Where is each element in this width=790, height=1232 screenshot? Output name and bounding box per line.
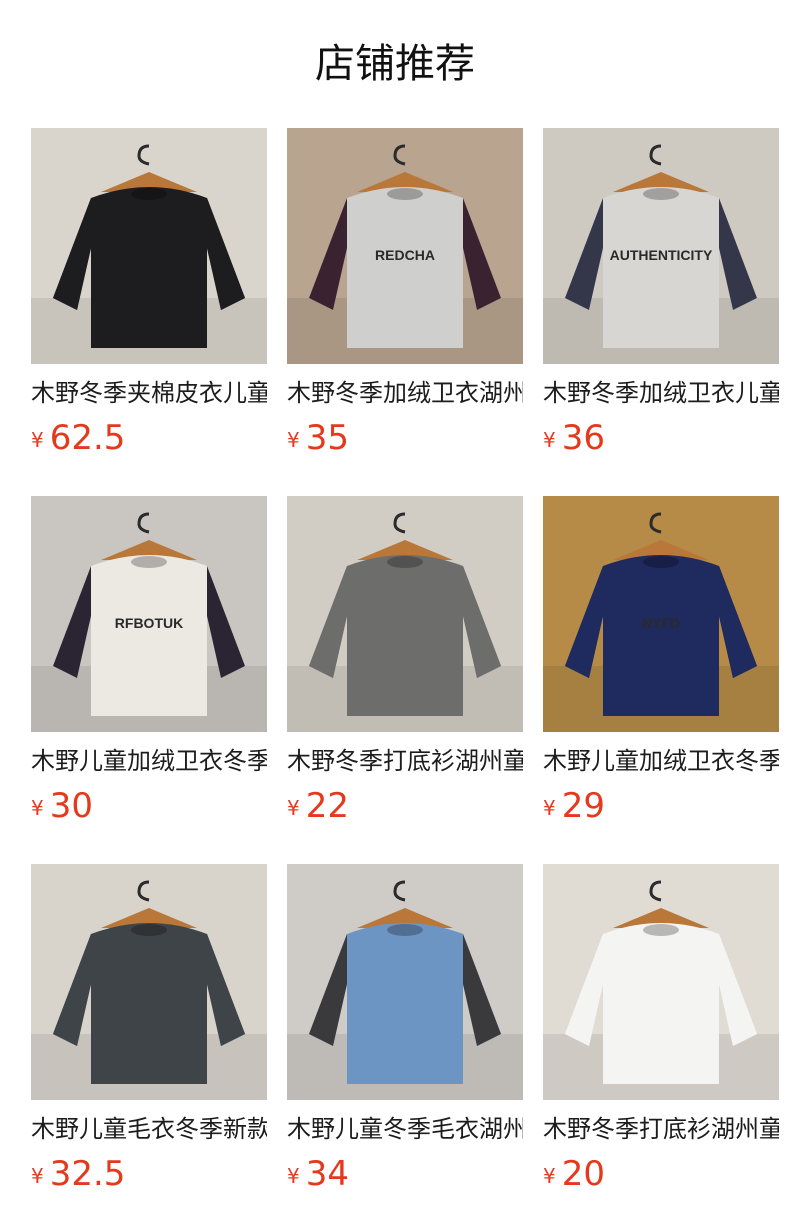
currency-symbol: ¥ bbox=[287, 1164, 300, 1188]
product-card[interactable]: 木野儿童毛衣冬季新款 ¥32.5 bbox=[31, 864, 267, 1202]
product-price: ¥30 bbox=[31, 784, 267, 834]
product-price: ¥36 bbox=[543, 416, 779, 466]
currency-symbol: ¥ bbox=[31, 796, 44, 820]
price-amount: 20 bbox=[561, 1154, 605, 1194]
price-amount: 30 bbox=[49, 786, 93, 826]
svg-text:AUTHENTICITY: AUTHENTICITY bbox=[610, 247, 713, 263]
product-name[interactable]: 木野冬季夹棉皮衣儿童 bbox=[31, 376, 267, 410]
price-amount: 35 bbox=[305, 418, 349, 458]
product-name[interactable]: 木野儿童加绒卫衣冬季 bbox=[31, 744, 267, 778]
svg-text:NYFD: NYFD bbox=[642, 615, 680, 631]
price-amount: 29 bbox=[561, 786, 605, 826]
price-amount: 62.5 bbox=[49, 418, 126, 458]
currency-symbol: ¥ bbox=[31, 428, 44, 452]
product-name[interactable]: 木野儿童冬季毛衣湖州 bbox=[287, 1112, 523, 1146]
product-price: ¥29 bbox=[543, 784, 779, 834]
product-price: ¥34 bbox=[287, 1152, 523, 1202]
product-price: ¥35 bbox=[287, 416, 523, 466]
product-price: ¥22 bbox=[287, 784, 523, 834]
product-name[interactable]: 木野儿童毛衣冬季新款 bbox=[31, 1112, 267, 1146]
product-image[interactable]: AUTHENTICITY bbox=[543, 128, 779, 364]
product-image[interactable] bbox=[31, 128, 267, 364]
price-amount: 34 bbox=[305, 1154, 349, 1194]
page-title: 店铺推荐 bbox=[315, 41, 475, 87]
product-image[interactable] bbox=[543, 864, 779, 1100]
product-name[interactable]: 木野儿童加绒卫衣冬季 bbox=[543, 744, 779, 778]
product-name[interactable]: 木野冬季打底衫湖州童 bbox=[287, 744, 523, 778]
currency-symbol: ¥ bbox=[287, 796, 300, 820]
product-card[interactable]: RFBOTUK 木野儿童加绒卫衣冬季 ¥30 bbox=[31, 496, 267, 834]
product-card[interactable]: 木野冬季夹棉皮衣儿童 ¥62.5 bbox=[31, 128, 267, 466]
product-name[interactable]: 木野冬季打底衫湖州童 bbox=[543, 1112, 779, 1146]
currency-symbol: ¥ bbox=[287, 428, 300, 452]
product-card[interactable]: 木野儿童冬季毛衣湖州 ¥34 bbox=[287, 864, 523, 1202]
currency-symbol: ¥ bbox=[543, 796, 556, 820]
product-image[interactable]: NYFD bbox=[543, 496, 779, 732]
product-price: ¥20 bbox=[543, 1152, 779, 1202]
svg-text:RFBOTUK: RFBOTUK bbox=[115, 615, 183, 631]
product-card[interactable]: NYFD 木野儿童加绒卫衣冬季 ¥29 bbox=[543, 496, 779, 834]
svg-text:REDCHA: REDCHA bbox=[375, 247, 435, 263]
product-image[interactable]: REDCHA bbox=[287, 128, 523, 364]
product-image[interactable] bbox=[31, 864, 267, 1100]
product-price: ¥62.5 bbox=[31, 416, 267, 466]
product-card[interactable]: REDCHA 木野冬季加绒卫衣湖州 ¥35 bbox=[287, 128, 523, 466]
price-amount: 36 bbox=[561, 418, 605, 458]
product-image[interactable]: RFBOTUK bbox=[31, 496, 267, 732]
currency-symbol: ¥ bbox=[31, 1164, 44, 1188]
product-image[interactable] bbox=[287, 864, 523, 1100]
product-name[interactable]: 木野冬季加绒卫衣儿童 bbox=[543, 376, 779, 410]
price-amount: 32.5 bbox=[49, 1154, 126, 1194]
product-card[interactable]: 木野冬季打底衫湖州童 ¥22 bbox=[287, 496, 523, 834]
currency-symbol: ¥ bbox=[543, 1164, 556, 1188]
product-name[interactable]: 木野冬季加绒卫衣湖州 bbox=[287, 376, 523, 410]
product-price: ¥32.5 bbox=[31, 1152, 267, 1202]
product-card[interactable]: 木野冬季打底衫湖州童 ¥20 bbox=[543, 864, 779, 1202]
product-image[interactable] bbox=[287, 496, 523, 732]
currency-symbol: ¥ bbox=[543, 428, 556, 452]
price-amount: 22 bbox=[305, 786, 349, 826]
product-card[interactable]: AUTHENTICITY 木野冬季加绒卫衣儿童 ¥36 bbox=[543, 128, 779, 466]
